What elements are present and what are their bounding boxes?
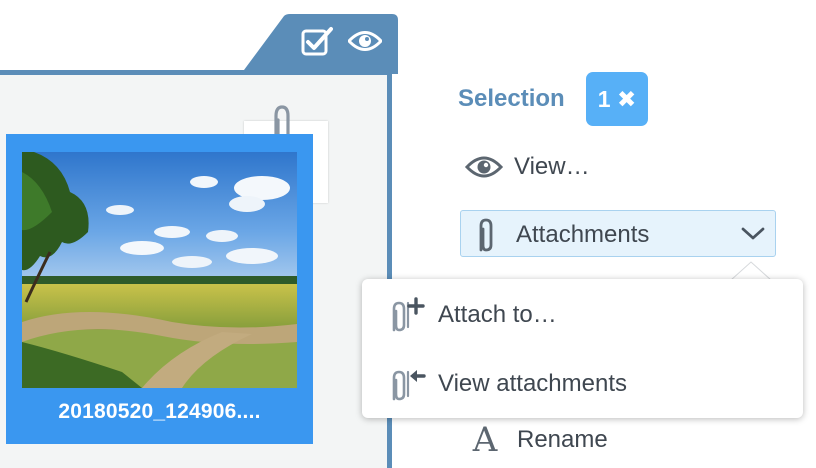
preview-toggle-button[interactable] [348, 24, 382, 58]
landscape-photo [22, 152, 297, 388]
checkbox-checked-icon [301, 27, 333, 56]
menu-item-attach-to[interactable]: Attach to… [386, 297, 557, 333]
file-thumbnail [22, 152, 297, 388]
rename-icon: A [472, 420, 498, 460]
file-card[interactable]: 20180520_124906.... [6, 134, 313, 444]
view-action[interactable]: View… [464, 150, 590, 184]
view-action-label: View… [514, 153, 590, 180]
menu-item-view-attachments[interactable]: View attachments [386, 366, 627, 402]
file-name: 20180520_124906.... [58, 400, 261, 423]
eye-icon [348, 31, 382, 51]
attachments-label: Attachments [516, 221, 650, 248]
menu-item-attach-to-label: Attach to… [438, 301, 557, 328]
clear-selection-badge[interactable]: 1 ✖ [586, 72, 648, 126]
attachments-menu: Attach to… View attachments [362, 279, 803, 418]
tab-icons [300, 24, 382, 58]
paperclip-arrow-icon [392, 370, 426, 401]
chevron-down-icon [741, 227, 765, 240]
selection-title: Selection [458, 85, 565, 112]
eye-icon [464, 150, 504, 184]
paperclip-icon [479, 218, 493, 252]
dropdown-caret [730, 261, 772, 281]
paperclip-plus-icon [392, 297, 425, 332]
rename-action-label: Rename [517, 426, 608, 453]
rename-action[interactable]: A Rename [467, 420, 608, 460]
select-checkbox-button[interactable] [300, 24, 334, 58]
attachments-dropdown-button[interactable]: Attachments [460, 210, 776, 257]
menu-item-view-attachments-label: View attachments [438, 370, 627, 397]
